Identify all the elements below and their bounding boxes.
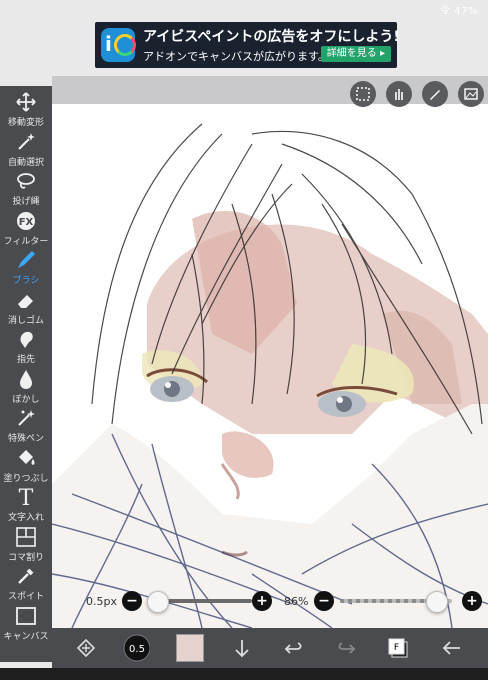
tool-label: コマ割り (7, 552, 44, 563)
tool-eyedropper[interactable]: スポイト (0, 564, 52, 606)
brush-size-value: 0.5px (86, 595, 117, 608)
tool-label: 塗りつぶし (3, 473, 49, 484)
tool-label: ブラシ (12, 276, 40, 286)
back-arrow-icon[interactable] (438, 634, 466, 662)
tool-label: フィルター (3, 236, 49, 247)
color-swatch-button[interactable] (176, 634, 204, 662)
eyedropper-icon (13, 564, 39, 588)
brush-size-plus-button[interactable]: + (252, 591, 272, 611)
battery-status: 令 47% (440, 6, 478, 17)
tool-label: 指先 (16, 355, 35, 365)
opacity-minus-button[interactable]: − (314, 591, 334, 611)
tool-eraser[interactable]: 消しゴム (0, 288, 52, 330)
quick-transform-icon[interactable] (72, 634, 100, 662)
lasso-icon (13, 169, 39, 193)
drawing-canvas[interactable] (52, 104, 488, 628)
status-bar: 令 47% (0, 0, 488, 18)
tool-label: キャンバス (3, 631, 49, 642)
canvas-top-buttons (328, 76, 488, 112)
bottom-toolbar: 0.5 F (52, 628, 488, 668)
canvas-icon (13, 604, 39, 628)
opacity-plus-button[interactable]: + (462, 591, 482, 611)
tool-filter-fx[interactable]: FX フィルター (0, 209, 52, 251)
special-pen-icon (13, 406, 39, 430)
ad-details-button[interactable]: 詳細を見る ▸ (320, 46, 391, 62)
layers-button[interactable]: F (384, 634, 412, 662)
finger-icon (13, 327, 39, 351)
pen-settings-icon[interactable] (422, 81, 448, 107)
tool-brush[interactable]: ブラシ (0, 248, 52, 290)
frame-divider-icon (13, 525, 39, 549)
filter-fx-icon: FX (13, 209, 39, 233)
svg-text:FX: FX (19, 217, 34, 228)
brush-slider-row: 0.5px − + 86% − + (52, 588, 488, 616)
ad-banner[interactable]: i アイビスペイントの広告をオフにしよう! アドオンでキャンバスが広がります。 … (95, 22, 400, 68)
undo-icon[interactable] (280, 634, 308, 662)
current-color-swatch (176, 634, 204, 662)
svg-text:0.5: 0.5 (129, 644, 145, 655)
tool-label: 消しゴム (7, 315, 44, 326)
tool-label: 投げ縄 (12, 197, 40, 207)
tool-blur-drop[interactable]: ぼかし (0, 367, 52, 409)
svg-text:F: F (394, 643, 399, 653)
tool-text[interactable]: T 文字入れ (0, 485, 52, 527)
home-indicator-bar (0, 668, 488, 680)
brush-size-minus-button[interactable]: − (122, 591, 142, 611)
tool-fill-bucket[interactable]: 塗りつぶし (0, 446, 52, 488)
tool-label: 文字入れ (7, 513, 44, 523)
eraser-icon (13, 288, 39, 312)
tool-label: ぼかし (12, 394, 40, 405)
hand-gesture-icon[interactable] (386, 81, 412, 107)
fill-bucket-icon (13, 446, 39, 470)
move-icon (13, 90, 39, 114)
brush-size-indicator[interactable]: 0.5 (122, 634, 150, 662)
text-icon: T (13, 485, 39, 509)
tool-frame-divider[interactable]: コマ割り (0, 525, 52, 567)
ibis-paint-logo-icon: i (101, 28, 136, 62)
tool-label: 自動選択 (7, 157, 44, 168)
tool-label: スポイト (7, 592, 44, 602)
brush-size-slider-knob[interactable] (147, 591, 170, 613)
opacity-slider-knob[interactable] (426, 591, 449, 613)
tool-lasso[interactable]: 投げ縄 (0, 169, 52, 211)
tool-finger[interactable]: 指先 (0, 327, 52, 369)
tool-label: 移動変形 (7, 118, 44, 128)
layer-merge-down-icon[interactable] (228, 634, 256, 662)
tool-canvas[interactable]: キャンバス (0, 604, 52, 646)
brush-icon (13, 248, 39, 272)
ad-title: アイビスペイントの広告をオフにしよう! (143, 29, 400, 45)
artwork (52, 123, 488, 628)
tool-magic-wand[interactable]: 自動選択 (0, 130, 52, 172)
tool-move[interactable]: 移動変形 (0, 90, 52, 132)
opacity-value: 86% (284, 595, 309, 608)
redo-icon[interactable] (332, 634, 360, 662)
tool-sidebar: 移動変形 自動選択 投げ縄 FX フィルター ブラシ 消しゴム 指先 ぼかし 特殊ペン 塗りつぶし T… (0, 86, 52, 662)
ad-subtitle: アドオンでキャンバスが広がります。 (143, 50, 329, 63)
tool-label: 特殊ペン (7, 434, 44, 444)
magic-wand-icon (13, 130, 39, 154)
svg-text:T: T (19, 486, 34, 508)
blur-drop-icon (13, 367, 39, 391)
selection-toggle-icon[interactable] (350, 81, 376, 107)
image-gallery-icon[interactable] (458, 81, 484, 107)
canvas-area[interactable] (52, 76, 488, 628)
tool-special-pen[interactable]: 特殊ペン (0, 406, 52, 448)
